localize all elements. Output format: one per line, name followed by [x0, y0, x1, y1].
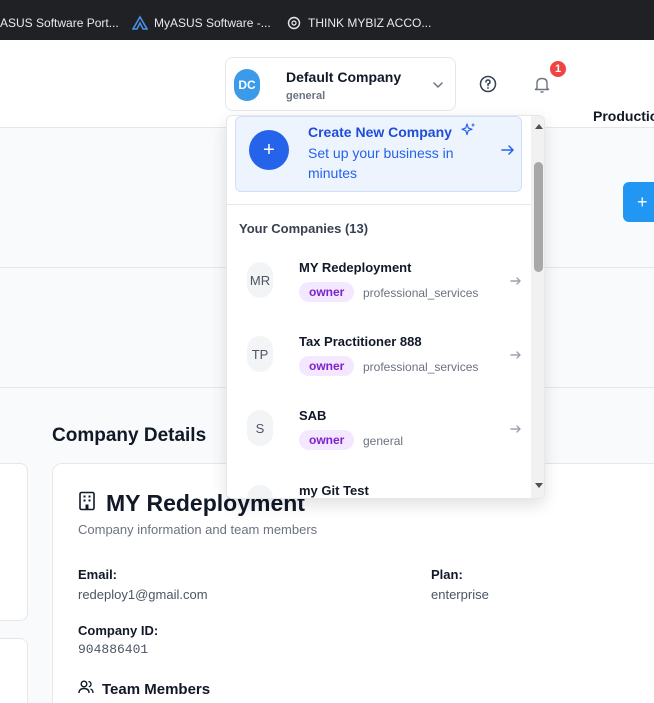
notification-count-badge: 1 — [548, 59, 568, 79]
plus-icon: + — [249, 130, 289, 170]
sparkles-icon — [460, 122, 476, 141]
company-avatar: DC — [234, 69, 260, 101]
current-company-name: Default Company — [286, 69, 402, 85]
arrow-right-icon — [509, 348, 523, 362]
company-industry: general — [363, 434, 404, 448]
scroll-up-arrow-icon[interactable] — [531, 122, 544, 132]
arrow-right-icon — [509, 274, 523, 288]
bookmark-label: ASUS Software Port... — [0, 16, 119, 30]
role-badge: owner — [299, 430, 355, 450]
company-name: MY Redeployment — [299, 260, 412, 275]
company-avatar: S — [247, 410, 273, 446]
company-item[interactable]: S SAB owner general — [227, 396, 531, 470]
company-id-value: 904886401 — [78, 642, 149, 657]
arrow-right-icon — [500, 142, 516, 158]
add-button[interactable]: + — [623, 182, 654, 222]
create-company-title-text: Create New Company — [308, 123, 452, 140]
bookmark-label: THINK MYBIZ ACCO... — [308, 16, 432, 30]
company-name: my Git Test — [299, 483, 369, 498]
bookmark-think-mybiz[interactable]: THINK MYBIZ ACCO... — [286, 14, 431, 32]
team-members-title: Team Members — [102, 681, 211, 698]
companies-section-title: Your Companies (13) — [239, 221, 369, 236]
bookmark-myasus-software[interactable]: MyASUS Software -... — [132, 14, 271, 32]
app-name-label[interactable]: Productio — [593, 108, 654, 124]
email-value: redeploy1@gmail.com — [78, 587, 208, 602]
section-title: Company Details — [52, 425, 207, 446]
divider — [227, 204, 531, 205]
bookmark-asus-software[interactable]: ASUS Software Port... — [0, 14, 119, 32]
plan-label: Plan: — [431, 567, 463, 582]
myasus-logo-icon — [132, 15, 148, 31]
role-badge: owner — [299, 282, 355, 302]
company-avatar: TP — [247, 336, 273, 372]
scroll-down-arrow-icon[interactable] — [531, 482, 544, 492]
plan-value: enterprise — [431, 587, 489, 602]
company-industry: professional_services — [363, 360, 479, 374]
role-badge: owner — [299, 356, 355, 376]
create-company-title: Create New Company — [308, 122, 476, 141]
users-icon — [78, 679, 94, 700]
current-company-type: general — [286, 90, 326, 102]
company-item[interactable]: my Git Test — [227, 471, 531, 498]
create-company-subtitle: Set up your business in minutes — [308, 145, 454, 181]
company-item[interactable]: MR MY Redeployment owner professional_se… — [227, 248, 531, 322]
company-id-label: Company ID: — [78, 623, 159, 638]
bookmark-label: MyASUS Software -... — [154, 16, 271, 30]
company-item[interactable]: TP Tax Practitioner 888 owner profession… — [227, 322, 531, 396]
company-dropdown: + Create New Company Set up your busines… — [226, 115, 545, 499]
company-switcher[interactable]: DC Default Company general — [225, 57, 456, 111]
bookmarks-bar: ASUS Software Port... MyASUS Software -.… — [0, 0, 654, 40]
help-icon[interactable] — [478, 74, 498, 94]
company-name: Tax Practitioner 888 — [299, 334, 422, 349]
company-avatar — [247, 485, 273, 498]
chevron-down-icon — [431, 78, 445, 92]
team-members-header: Team Members — [78, 679, 210, 700]
bell-icon[interactable] — [532, 74, 552, 94]
company-avatar: MR — [247, 262, 273, 298]
company-details-card: MY Redeployment Company information and … — [52, 463, 654, 703]
openai-icon — [286, 15, 302, 31]
company-name: SAB — [299, 408, 327, 423]
company-industry: professional_services — [363, 286, 479, 300]
scrollbar-thumb[interactable] — [534, 162, 543, 272]
side-card — [0, 463, 28, 621]
arrow-right-icon — [509, 422, 523, 436]
side-card — [0, 638, 28, 703]
email-label: Email: — [78, 567, 118, 582]
card-subtitle: Company information and team members — [78, 522, 318, 537]
building-icon — [78, 491, 96, 516]
create-company-card[interactable]: + Create New Company Set up your busines… — [235, 116, 522, 192]
dropdown-scrollbar[interactable] — [531, 116, 544, 498]
